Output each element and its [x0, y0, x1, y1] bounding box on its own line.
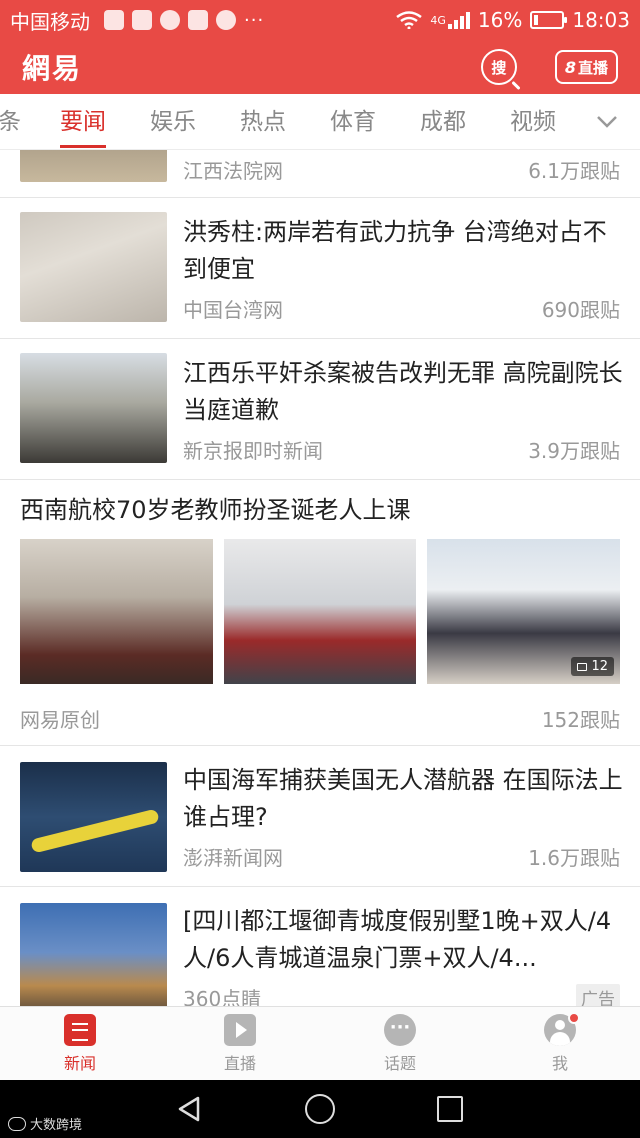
comment-count: 1.6万跟贴 [528, 846, 620, 870]
news-thumbnail [20, 212, 167, 322]
tab-important-news[interactable]: 要闻 [60, 94, 106, 150]
home-icon[interactable] [305, 1094, 335, 1124]
live-count: 8 [564, 57, 576, 77]
header-actions: 搜 8 直播 [480, 49, 618, 85]
ad-badge: 广告 [576, 984, 620, 1006]
photo-count: 12 [591, 659, 608, 674]
news-feed: 江西法院网 6.1万跟贴 洪秀柱:两岸若有武力抗争 台湾绝对占不到便宜 中国台湾… [0, 150, 640, 1006]
system-nav-bar [0, 1080, 640, 1138]
news-title: 中国海军捕获美国无人潜航器 在国际法上谁占理? [183, 766, 623, 831]
ad-title: [四川都江堰御青城度假别墅1晚+双人/4人/6人青城道温泉门票+双人/4... [183, 907, 612, 972]
camera-app-icon [188, 10, 208, 30]
news-source: 网易原创 [20, 708, 100, 732]
tab-headlines[interactable]: 条 [0, 94, 21, 150]
photo-thumbnail: 12 [427, 539, 620, 684]
back-icon[interactable] [176, 1096, 202, 1122]
status-bar: 中国移动 ··· 4G 16% 18:03 [0, 0, 640, 40]
more-notifications-icon: ··· [244, 9, 265, 31]
watermark-logo-icon [8, 1116, 26, 1131]
comment-count: 152跟贴 [541, 708, 620, 732]
news-source: 澎湃新闻网 [183, 846, 283, 870]
news-thumbnail [20, 353, 167, 463]
comment-count: 6.1万跟贴 [528, 159, 620, 183]
ad-thumbnail [20, 903, 167, 1006]
status-left: 中国移动 ··· [10, 6, 264, 35]
carrier-label: 中国移动 [10, 9, 90, 34]
notification-app-icon [104, 10, 124, 30]
sina-app-icon [160, 10, 180, 30]
tab-chengdu[interactable]: 成都 [420, 94, 466, 150]
ad-item[interactable]: [四川都江堰御青城度假别墅1晚+双人/4人/6人青城道温泉门票+双人/4... … [0, 887, 640, 1006]
news-item[interactable]: 中国海军捕获美国无人潜航器 在国际法上谁占理? 澎湃新闻网 1.6万跟贴 [0, 746, 640, 887]
notification-dot [568, 1011, 580, 1024]
nav-news-label: 新闻 [63, 1053, 96, 1073]
tab-hot[interactable]: 热点 [240, 94, 286, 150]
news-thumbnail [20, 150, 167, 182]
news-icon [64, 1013, 96, 1046]
news-source: 江西法院网 [183, 159, 283, 183]
user-icon-wrap [544, 1011, 580, 1046]
photo-thumbnail [20, 539, 213, 684]
baidu-app-icon [216, 10, 236, 30]
news-item[interactable]: 洪秀柱:两岸若有武力抗争 台湾绝对占不到便宜 中国台湾网 690跟贴 [0, 198, 640, 339]
network-type: 4G [430, 13, 446, 27]
battery-fill [534, 15, 539, 25]
photo-thumbnail [224, 539, 416, 684]
search-label: 搜 [491, 58, 507, 77]
battery-percent: 16% [477, 8, 523, 32]
search-button[interactable]: 搜 [480, 49, 517, 85]
status-right: 4G 16% 18:03 [396, 8, 630, 32]
news-title: 洪秀柱:两岸若有武力抗争 台湾绝对占不到便宜 [183, 218, 607, 283]
live-label: 直播 [577, 58, 608, 77]
news-source: 新京报即时新闻 [183, 439, 323, 463]
live-button[interactable]: 8 直播 [554, 50, 618, 84]
netease-logo: 網易 [22, 52, 83, 85]
comment-count: 3.9万跟贴 [528, 439, 620, 463]
active-tab-indicator [60, 145, 106, 148]
clock: 18:03 [572, 8, 630, 32]
recent-apps-icon[interactable] [437, 1096, 463, 1122]
bottom-nav: 新闻 直播 话题 我 [0, 1006, 640, 1080]
signal-icon [447, 11, 470, 29]
qr-app-icon [132, 10, 152, 30]
watermark: 大数跨境 [8, 1114, 82, 1133]
tab-video[interactable]: 视频 [510, 94, 556, 150]
watermark-text: 大数跨境 [30, 1118, 83, 1133]
nav-news[interactable]: 新闻 [0, 1007, 160, 1080]
app-header: 網易 搜 8 直播 [0, 40, 640, 94]
nav-me[interactable]: 我 [480, 1007, 640, 1080]
ad-source: 360点睛 [183, 987, 262, 1006]
wifi-icon [396, 11, 423, 29]
chevron-down-icon[interactable] [596, 110, 618, 132]
nav-live[interactable]: 直播 [160, 1007, 320, 1080]
news-item[interactable]: 江西乐平奸杀案被告改判无罪 高院副院长当庭道歉 新京报即时新闻 3.9万跟贴 [0, 339, 640, 480]
comment-count: 690跟贴 [541, 298, 620, 322]
battery-icon [530, 11, 568, 29]
gallery-icon [577, 662, 588, 671]
channel-tabs: 条 要闻 娱乐 热点 体育 成都 视频 [0, 94, 640, 150]
news-item[interactable]: 江西法院网 6.1万跟贴 [0, 150, 640, 198]
notification-icons: ··· [104, 10, 264, 31]
chat-icon [384, 1013, 416, 1046]
drone-image [31, 809, 159, 853]
photo-count-badge: 12 [571, 657, 614, 676]
news-title: 江西乐平奸杀案被告改判无罪 高院副院长当庭道歉 [183, 359, 623, 424]
tab-sports[interactable]: 体育 [330, 94, 376, 150]
nav-live-label: 直播 [223, 1053, 256, 1073]
nav-topics[interactable]: 话题 [320, 1007, 480, 1080]
nav-topics-label: 话题 [383, 1053, 416, 1073]
nav-me-label: 我 [551, 1053, 568, 1073]
tab-entertainment[interactable]: 娱乐 [150, 94, 196, 150]
news-thumbnail [20, 762, 167, 872]
play-icon [224, 1013, 256, 1046]
news-source: 中国台湾网 [183, 298, 283, 322]
news-title: 西南航校70岁老教师扮圣诞老人上课 [20, 496, 411, 524]
